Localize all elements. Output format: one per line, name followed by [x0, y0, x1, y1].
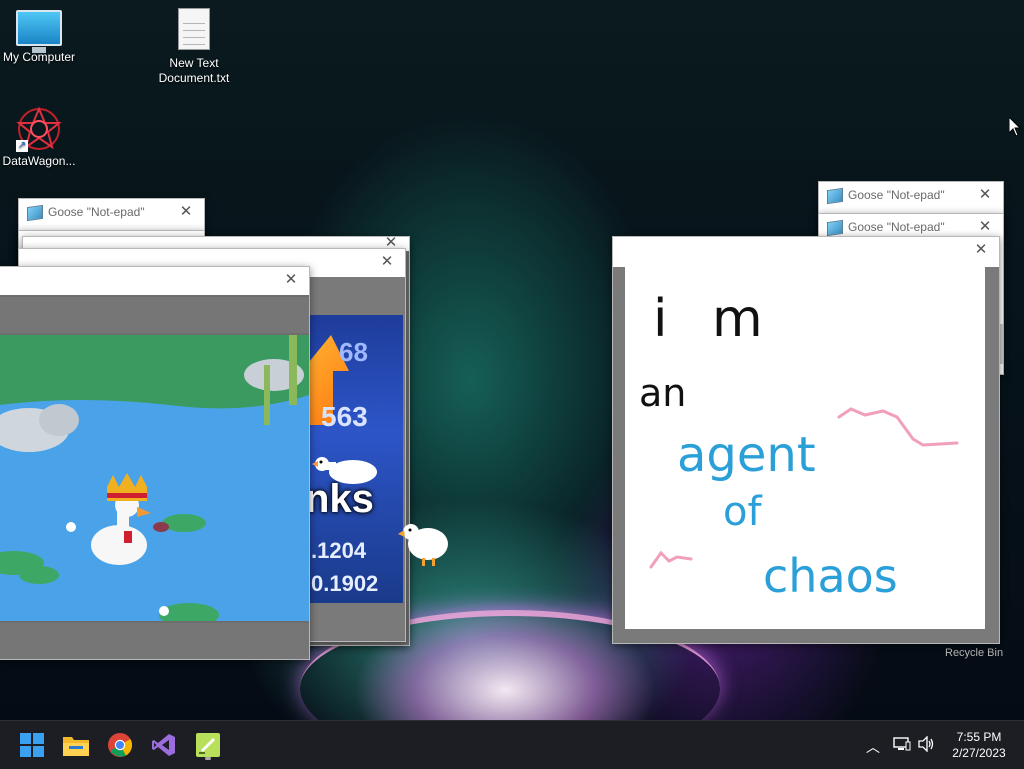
computer-icon	[16, 10, 62, 53]
close-icon[interactable]: ✕	[281, 270, 301, 290]
goose-game-video[interactable]	[0, 335, 309, 621]
clock-time: 7:55 PM	[956, 730, 1002, 744]
start-icon	[20, 733, 44, 757]
close-icon[interactable]: ✕	[971, 240, 991, 260]
pink-scribbles	[649, 407, 959, 569]
active-indicator	[205, 757, 211, 760]
stock-number: 68	[339, 337, 368, 367]
goose-notepad-taskbar-button[interactable]	[192, 729, 224, 761]
notepad-icon	[827, 219, 843, 237]
clock[interactable]: 7:55 PM 2/27/2023	[948, 729, 1010, 761]
desktop-icon-new-text-document[interactable]: New Text Document.txt	[149, 8, 239, 86]
window-title: Goose "Not-epad"	[848, 188, 945, 202]
drawing-window[interactable]: ✕ i m an agent of chaos	[612, 236, 1000, 644]
goose-sprite-2[interactable]	[398, 518, 452, 575]
stock-number: 0.1902	[311, 571, 379, 596]
close-icon[interactable]: ✕	[176, 202, 196, 222]
chrome-button[interactable]	[104, 729, 136, 761]
visual-studio-button[interactable]	[148, 729, 180, 761]
text-file-icon	[178, 8, 210, 50]
stock-number: 563	[321, 401, 368, 432]
goose-notepad-icon	[196, 733, 220, 757]
chevron-up-icon[interactable]: ︿	[866, 737, 880, 757]
titlebar[interactable]: Goose "Not-epad" ✕	[19, 199, 204, 227]
video-bottom-bar	[0, 623, 309, 659]
shortcut-arrow-icon: ↗	[16, 140, 28, 152]
titlebar[interactable]: ✕	[0, 267, 309, 295]
drawing-canvas[interactable]: i m an agent of chaos	[625, 267, 985, 629]
recycle-bin-label[interactable]: Recycle Bin	[945, 647, 1003, 659]
stock-number: .1204	[311, 538, 367, 563]
datawagon-icon: ↗	[16, 106, 62, 152]
close-icon[interactable]: ✕	[975, 185, 995, 205]
taskbar: ︿ 7:55 PM 2/27/2023	[0, 720, 1024, 769]
file-explorer-icon	[63, 737, 89, 756]
close-icon[interactable]: ✕	[975, 217, 995, 237]
clock-date: 2/27/2023	[952, 746, 1006, 760]
volume-icon[interactable]	[918, 735, 936, 755]
start-button[interactable]	[16, 729, 48, 761]
desktop-icon-my-computer[interactable]: My Computer	[0, 10, 84, 65]
video-top-bar	[0, 297, 309, 333]
mouse-cursor-icon	[1008, 115, 1022, 142]
titlebar[interactable]: ✕	[613, 237, 999, 267]
notepad-icon	[827, 187, 843, 205]
network-icon[interactable]	[893, 736, 911, 755]
window-title: Goose "Not-epad"	[48, 205, 145, 219]
window-title: Goose "Not-epad"	[848, 220, 945, 234]
visual-studio-icon	[152, 734, 175, 756]
desktop-icon-datawagon[interactable]: ↗ DataWagon...	[0, 106, 84, 169]
goose-video-window[interactable]: ✕	[0, 266, 310, 660]
chrome-icon	[108, 733, 132, 757]
file-explorer-button[interactable]	[60, 729, 92, 761]
desktop-icon-label-line2: Document.txt	[158, 71, 230, 85]
desktop-icon-label-line1: New Text	[169, 56, 219, 70]
desktop-icon-label: DataWagon...	[2, 154, 76, 168]
goose-sprite[interactable]	[308, 452, 378, 493]
notepad-icon	[27, 204, 43, 222]
titlebar[interactable]: Goose "Not-epad" ✕	[819, 182, 1003, 210]
close-icon[interactable]: ✕	[377, 252, 397, 272]
